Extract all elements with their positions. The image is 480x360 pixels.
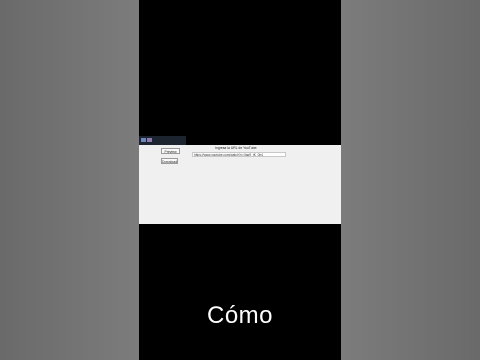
url-input[interactable]: https://www.youtube.com/watch?v=Vag9_tK_… xyxy=(192,152,286,157)
video-caption: Cómo xyxy=(206,302,274,329)
preview-button[interactable]: Preview xyxy=(161,148,180,154)
downloader-window: Ingresa la URL de YouTube: https://www.y… xyxy=(139,145,341,224)
blurred-border-right xyxy=(341,0,480,360)
download-button[interactable]: Download xyxy=(161,158,178,164)
url-prompt-label: Ingresa la URL de YouTube: xyxy=(215,146,258,150)
taskbar xyxy=(139,136,186,145)
app-icon[interactable] xyxy=(141,138,146,142)
app-icon[interactable] xyxy=(147,138,152,142)
video-content: Ingresa la URL de YouTube: https://www.y… xyxy=(139,0,341,360)
video-frame: Ingresa la URL de YouTube: https://www.y… xyxy=(0,0,480,360)
blurred-border-left xyxy=(0,0,139,360)
